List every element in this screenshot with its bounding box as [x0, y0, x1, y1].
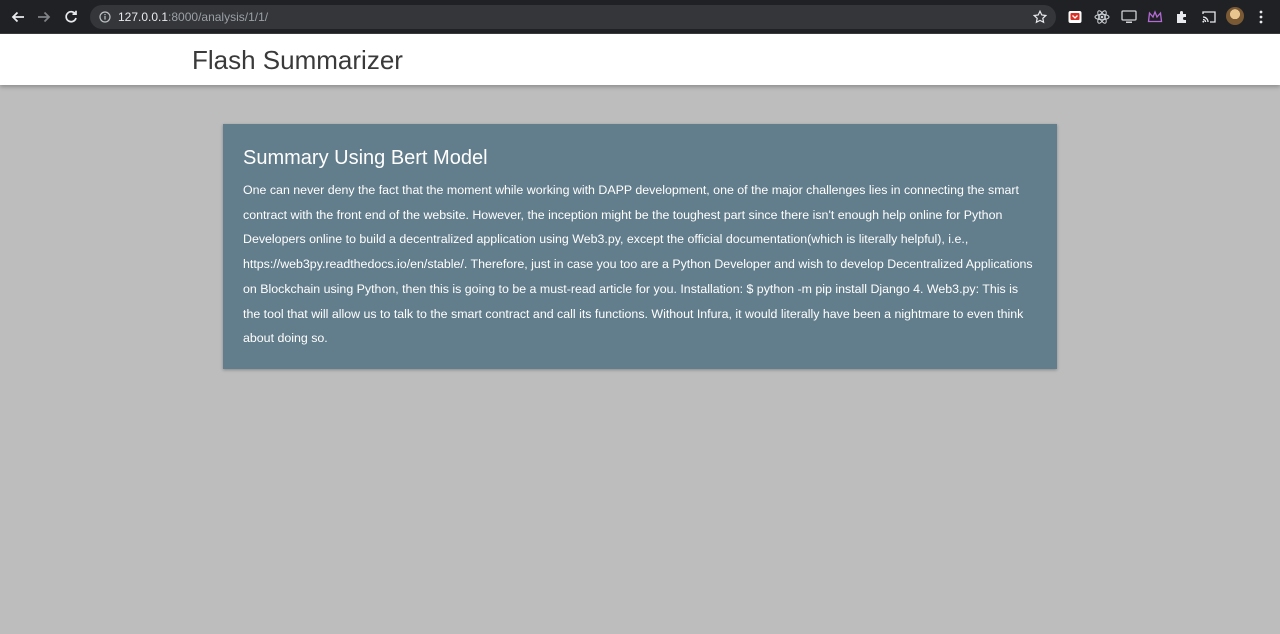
star-icon[interactable]	[1032, 9, 1048, 25]
profile-avatar[interactable]	[1226, 7, 1244, 25]
reload-icon	[65, 10, 77, 23]
summary-title: Summary Using Bert Model	[243, 147, 488, 169]
cast-icon[interactable]	[1200, 8, 1218, 26]
url-path: :8000/analysis/1/1/	[168, 10, 269, 24]
site-brand[interactable]: Flash Summarizer	[192, 45, 403, 75]
address-bar[interactable]: 127.0.0.1:8000/analysis/1/1/	[90, 5, 1056, 29]
url-text: 127.0.0.1:8000/analysis/1/1/	[118, 9, 268, 25]
crown-icon[interactable]	[1146, 8, 1164, 26]
info-icon[interactable]	[98, 10, 112, 24]
kebab-menu-icon[interactable]	[1252, 8, 1270, 26]
summary-text: One can never deny the fact that the mom…	[243, 183, 1033, 346]
forward-button[interactable]	[33, 6, 55, 28]
site-header: Flash Summarizer	[0, 34, 1280, 85]
forward-arrow-icon	[38, 11, 51, 23]
monitor-icon[interactable]	[1120, 8, 1138, 26]
pocket-icon[interactable]	[1066, 8, 1084, 26]
reload-button[interactable]	[60, 6, 82, 28]
browser-toolbar: 127.0.0.1:8000/analysis/1/1/	[0, 0, 1280, 34]
react-icon[interactable]	[1093, 8, 1111, 26]
summary-card: Summary Using Bert Model One can never d…	[223, 124, 1057, 369]
back-arrow-icon	[11, 11, 24, 23]
back-button[interactable]	[7, 6, 29, 28]
url-host: 127.0.0.1	[118, 10, 169, 24]
puzzle-icon[interactable]	[1173, 8, 1191, 26]
